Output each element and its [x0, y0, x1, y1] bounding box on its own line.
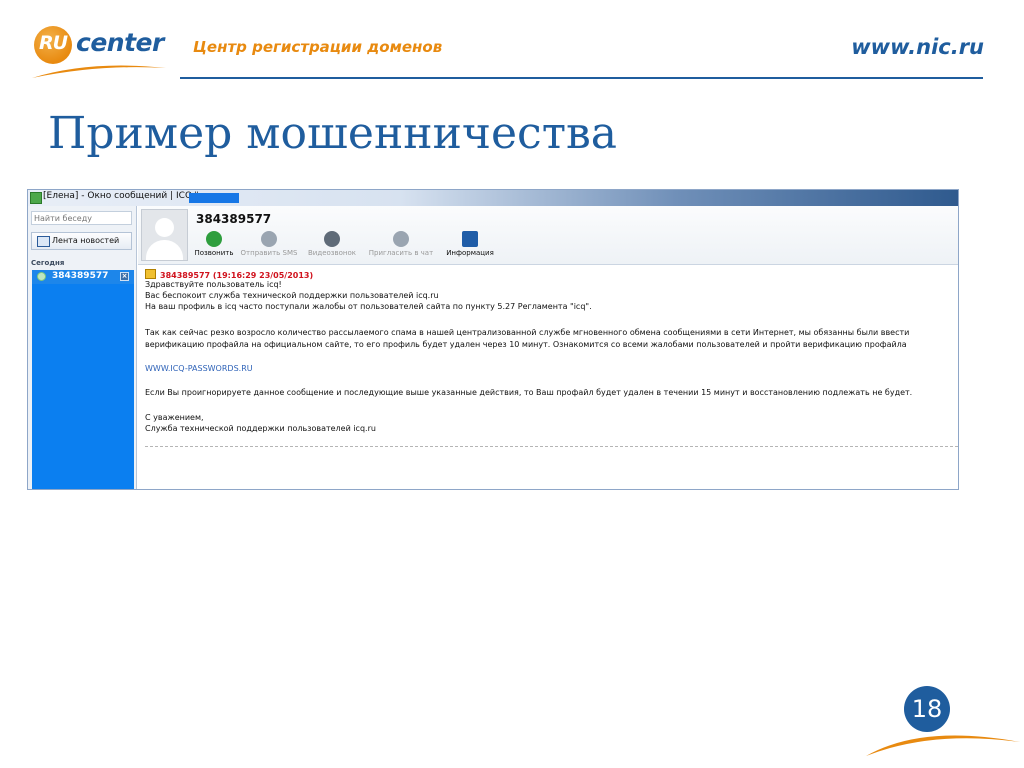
chat-window-icon — [30, 192, 42, 204]
page-number-badge: 18 — [862, 680, 1022, 760]
contact-item[interactable]: 384389577 × — [32, 270, 134, 284]
message-line: С уважением, — [145, 413, 204, 422]
icq-message-window: [Елена] - Окно сообщений | ICQ# Найти бе… — [27, 189, 959, 490]
phishing-link[interactable]: WWW.ICQ-PASSWORDS.RU — [145, 364, 253, 373]
send-sms-button[interactable]: Отправить SMS — [240, 231, 298, 261]
chat-main-pane: 384389577 Позвонить Отправить SMS Видеоз… — [138, 206, 958, 489]
slide-title: Пример мошенничества — [48, 108, 618, 159]
header-divider — [180, 77, 983, 79]
message-line: верификацию профайла на официальном сайт… — [145, 340, 907, 349]
information-button[interactable]: Информация — [444, 231, 496, 261]
action-toolbar: Позвонить Отправить SMS Видеозвонок Приг… — [194, 231, 714, 261]
page-number: 18 — [911, 695, 943, 723]
section-today-label: Сегодня — [31, 259, 65, 267]
send-sms-label: Отправить SMS — [240, 249, 298, 257]
message-icon — [145, 269, 156, 279]
message-divider — [145, 446, 958, 447]
message-line: Вас беспокоит служба технической поддерж… — [145, 291, 439, 300]
video-icon — [324, 231, 340, 247]
message-history: 384389577 (19:16:29 23/05/2013) Здравств… — [138, 265, 958, 489]
close-conversation-icon[interactable]: × — [120, 272, 129, 281]
avatar — [141, 209, 188, 261]
message-line: На ваш профиль в icq часто поступали жал… — [145, 302, 592, 311]
logo-swoosh-icon — [32, 65, 166, 78]
call-label: Позвонить — [194, 249, 234, 257]
news-feed-label: Лента новостей — [52, 236, 120, 245]
invite-to-chat-button[interactable]: Пригласить в чат — [366, 231, 436, 261]
phone-icon — [206, 231, 222, 247]
contact-card-icon — [462, 231, 478, 247]
window-title: [Елена] - Окно сообщений | ICQ# — [43, 191, 200, 201]
news-feed-button[interactable]: Лента новостей — [31, 232, 132, 250]
sms-icon — [261, 231, 277, 247]
logo-center-text: center — [76, 28, 164, 57]
site-url: www.nic.ru — [851, 35, 984, 59]
message-line: Если Вы проигнорируете данное сообщение … — [145, 388, 913, 397]
contact-name: 384389577 — [52, 271, 109, 281]
search-conversation-input[interactable]: Найти беседу — [31, 211, 132, 225]
video-call-label: Видеозвонок — [308, 249, 356, 257]
redacted-uin — [189, 193, 239, 203]
group-chat-icon — [393, 231, 409, 247]
profile-header: 384389577 Позвонить Отправить SMS Видеоз… — [138, 206, 958, 265]
message-line: Служба технической поддержки пользовател… — [145, 424, 376, 433]
message-line: Так как сейчас резко возросло количество… — [145, 328, 910, 337]
message-line: Здравствуйте пользователь icq! — [145, 280, 282, 289]
news-feed-icon — [37, 236, 50, 247]
video-call-button[interactable]: Видеозвонок — [306, 231, 358, 261]
message-sender-time: 384389577 (19:16:29 23/05/2013) — [160, 271, 314, 280]
logo-ru-text: RU — [39, 32, 68, 54]
ru-center-logo: RU center — [30, 22, 200, 84]
invite-to-chat-label: Пригласить в чат — [368, 249, 434, 257]
call-button[interactable]: Позвонить — [194, 231, 234, 261]
message-header: 384389577 (19:16:29 23/05/2013) — [145, 269, 313, 280]
contact-status-icon — [37, 272, 46, 281]
contact-list: 384389577 × — [32, 270, 134, 489]
information-label: Информация — [446, 249, 494, 257]
conversation-sidebar: Найти беседу Лента новостей Сегодня 3843… — [28, 206, 137, 489]
contact-uin: 384389577 — [196, 212, 272, 226]
tagline: Центр регистрации доменов — [193, 38, 443, 56]
window-titlebar[interactable]: [Елена] - Окно сообщений | ICQ# — [28, 190, 958, 206]
